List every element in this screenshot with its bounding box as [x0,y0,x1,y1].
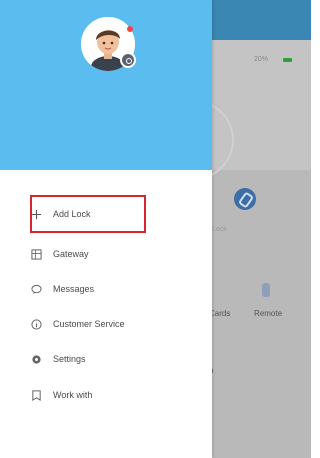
gear-icon [30,353,42,365]
menu-item-settings[interactable]: Settings [30,346,205,372]
menu-item-add-lock[interactable]: Add Lock [30,201,205,227]
camera-icon[interactable] [120,52,136,68]
menu-item-customer-service[interactable]: Customer Service [30,311,205,337]
menu-item-messages[interactable]: Messages [30,276,205,302]
navigation-drawer: Add Lock Gateway Messages Customer Servi… [0,0,212,458]
background-label-cards: Cards [209,309,231,318]
remote-icon [262,283,270,297]
menu-item-label: Gateway [53,249,89,259]
menu-item-gateway[interactable]: Gateway [30,241,205,267]
plus-icon [30,208,42,220]
info-icon [30,318,42,330]
background-label-remote: Remote [254,309,283,318]
drawer-header [0,0,212,170]
battery-text: 20% [254,56,269,63]
battery-icon [283,58,292,62]
menu-item-label: Settings [53,354,86,364]
menu-item-label: Work with [53,390,93,400]
menu-item-label: Add Lock [53,209,91,219]
background-caption: Lock [212,226,227,233]
menu-item-work-with[interactable]: Work with [30,382,205,408]
gateway-icon [30,248,42,260]
menu-item-label: Messages [53,284,95,294]
notification-dot [127,26,133,32]
unlock-icon [234,188,256,210]
bookmark-icon [30,389,42,401]
menu-item-label: Customer Service [53,319,125,329]
message-icon [30,283,42,295]
